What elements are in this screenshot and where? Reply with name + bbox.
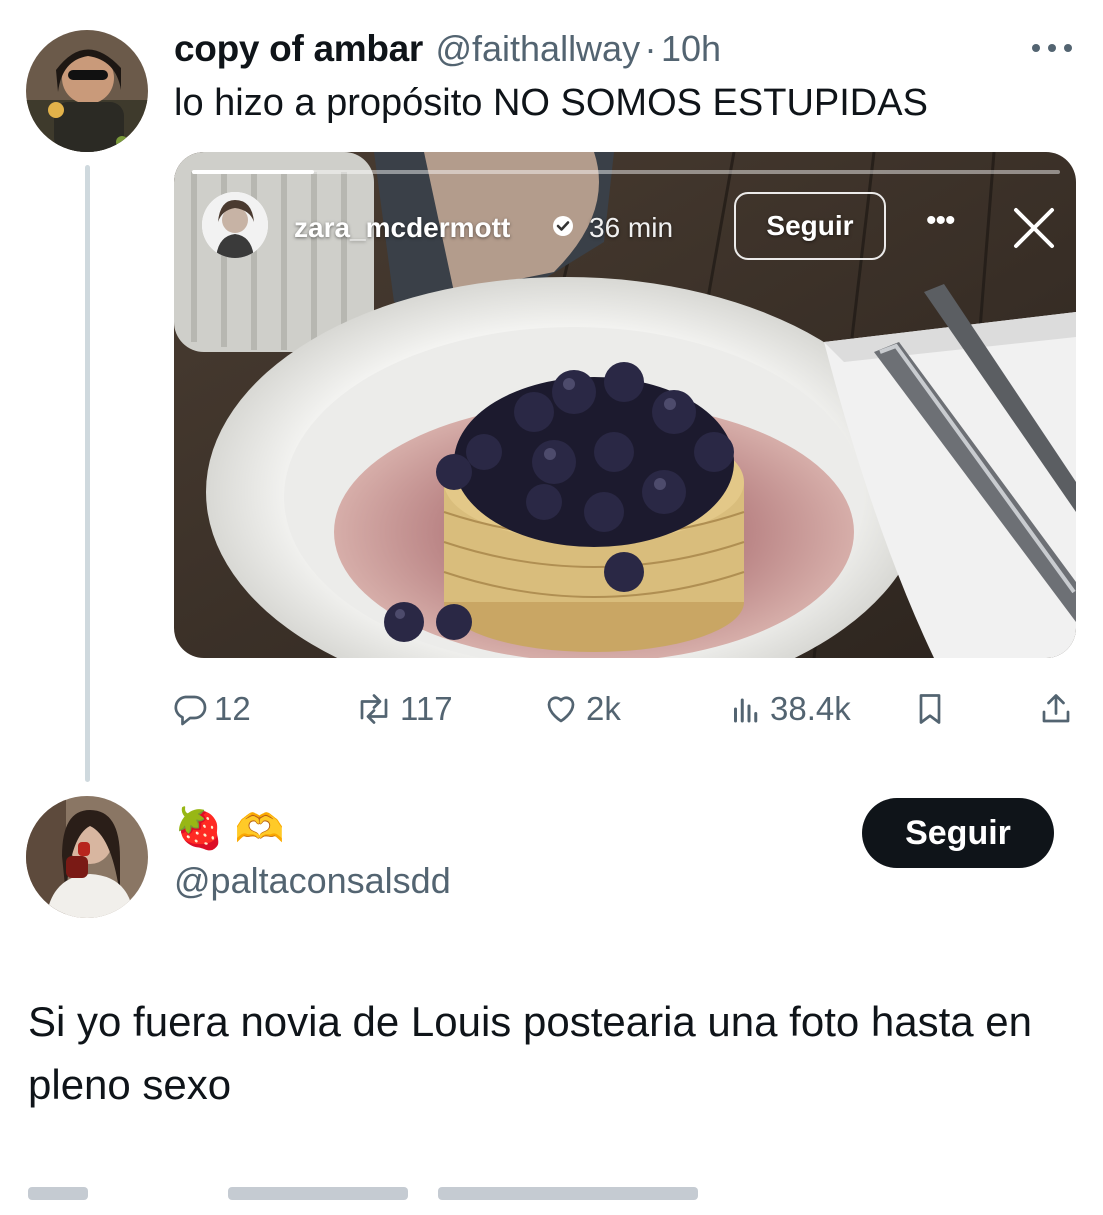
tweet-header: copy of ambar @faithallway · 10h [174, 28, 721, 70]
author-name[interactable]: copy of ambar [174, 28, 423, 69]
like-action[interactable]: 2k [542, 690, 621, 728]
thread-line [85, 165, 90, 782]
bookmark-icon[interactable] [912, 690, 948, 733]
story-user-avatar [202, 192, 268, 258]
tweet-time[interactable]: 10h [661, 28, 721, 69]
reply-author-handle[interactable]: @paltaconsalsdd [174, 860, 451, 902]
story-username: zara_mcdermott [294, 212, 511, 243]
retweet-action[interactable]: 117 [354, 690, 453, 728]
heart-icon [542, 691, 580, 727]
story-progress-bar [192, 170, 1060, 174]
reply-author-avatar[interactable] [26, 796, 148, 918]
header-separator: · [644, 28, 657, 69]
tweet-text: lo hizo a propósito NO SOMOS ESTUPIDAS [174, 82, 928, 124]
story-more-label: ••• [926, 204, 955, 237]
author-handle[interactable]: @faithallway [435, 28, 640, 69]
like-count: 2k [586, 690, 621, 727]
author-avatar[interactable] [26, 30, 148, 152]
retweet-count: 117 [400, 690, 453, 727]
views-count: 38.4k [770, 690, 851, 727]
reply-display-name[interactable]: 🍓 🫶 [174, 805, 285, 852]
close-icon [1010, 204, 1058, 252]
reply-icon [172, 691, 208, 727]
reply-action[interactable]: 12 [172, 690, 251, 728]
reply-count: 12 [214, 690, 251, 727]
tweet-meta-footer [28, 1185, 728, 1215]
verified-icon [552, 215, 574, 237]
follow-button[interactable]: Seguir [862, 798, 1054, 868]
story-progress-fill [192, 170, 314, 174]
views-icon [728, 691, 764, 727]
story-time: 36 min [589, 212, 674, 243]
views-action[interactable]: 38.4k [728, 690, 851, 728]
reply-text: Si yo fuera novia de Louis postearia una… [28, 998, 1033, 1108]
tweet-media-image[interactable]: zara_mcdermott 36 min Seguir ••• [174, 152, 1076, 658]
more-options-icon[interactable] [1030, 36, 1074, 60]
share-icon[interactable] [1038, 690, 1074, 733]
retweet-icon [354, 691, 394, 727]
story-follow-button: Seguir [734, 192, 886, 260]
